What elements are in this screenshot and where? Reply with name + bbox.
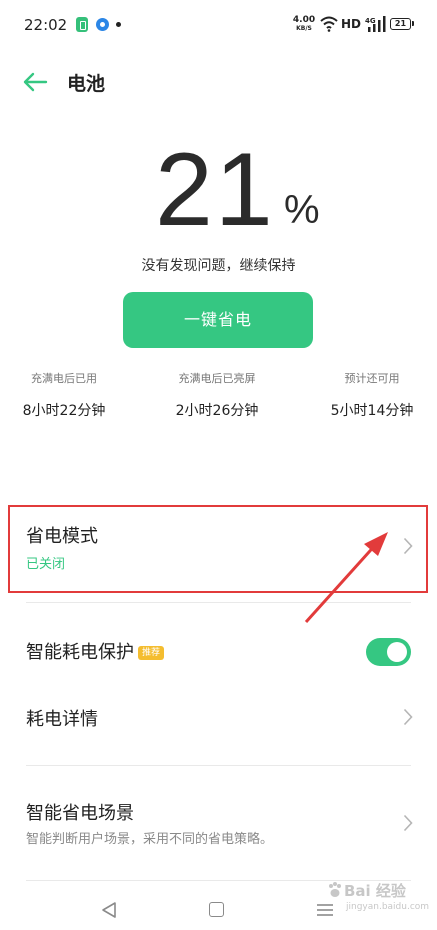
wifi-icon xyxy=(320,16,338,32)
app-notification-icon xyxy=(96,18,109,31)
divider xyxy=(26,765,411,766)
power-consumption-details-title: 耗电详情 xyxy=(26,709,98,730)
smart-power-scenes-title: 智能省电场景 xyxy=(26,803,134,824)
stat-used-since-charge: 充满电后已用 8小时22分钟 xyxy=(14,370,114,420)
network-speed-value: 4.00 xyxy=(292,15,316,25)
stat-label: 预计还可用 xyxy=(344,372,400,385)
baidu-watermark: Bai 经验 jingyan.baidu.com xyxy=(328,880,430,920)
smart-power-scenes-description: 智能判断用户场景，采用不同的省电策略。 xyxy=(26,832,274,847)
recommended-badge: 推荐 xyxy=(138,646,165,660)
smart-power-protection-label: 智能耗电保护 xyxy=(26,642,134,663)
stat-value: 5小时14分钟 xyxy=(330,403,414,419)
smart-power-scenes-row[interactable]: 智能省电场景 智能判断用户场景，采用不同的省电策略。 xyxy=(0,780,437,870)
stat-label: 充满电后已用 xyxy=(31,372,97,385)
nav-home-icon[interactable] xyxy=(209,902,224,917)
power-consumption-details-row[interactable]: 耗电详情 xyxy=(0,688,437,748)
page-title: 电池 xyxy=(67,73,106,95)
annotation-highlight-box xyxy=(8,505,428,593)
hd-indicator: HD xyxy=(341,17,362,31)
network-speed: 4.00 KB/S xyxy=(292,16,316,32)
usage-stats: 充满电后已用 8小时22分钟 充满电后已亮屏 2小时26分钟 预计还可用 5小时… xyxy=(0,370,437,430)
signal-label: 4G xyxy=(365,17,376,25)
divider xyxy=(26,602,411,603)
chevron-right-icon xyxy=(403,708,413,726)
battery-percentage-value: 21 xyxy=(155,132,275,248)
battery-app-icon xyxy=(76,17,88,32)
battery-level-display: 21 % xyxy=(0,138,437,242)
network-speed-unit: KB/S xyxy=(296,25,312,32)
toggle-knob xyxy=(387,642,407,662)
one-tap-power-save-button[interactable]: 一键省电 xyxy=(123,292,313,348)
stat-screen-on-since-charge: 充满电后已亮屏 2小时26分钟 xyxy=(162,370,272,420)
battery-status-icon: 21 xyxy=(390,18,414,30)
smart-power-protection-toggle[interactable] xyxy=(366,638,411,666)
header: 电池 xyxy=(0,60,437,106)
battery-status-message: 没有发现问题，继续保持 xyxy=(141,258,296,274)
percent-sign: % xyxy=(284,188,320,232)
chevron-right-icon xyxy=(403,814,413,832)
back-arrow-icon[interactable] xyxy=(20,69,50,95)
watermark-brand: Bai 经验 xyxy=(344,882,406,900)
stat-value: 2小时26分钟 xyxy=(175,403,259,419)
stat-label: 充满电后已亮屏 xyxy=(178,372,256,385)
nav-back-icon[interactable] xyxy=(100,901,118,919)
status-time: 22:02 xyxy=(24,16,68,34)
stat-value: 8小时22分钟 xyxy=(22,403,106,419)
paw-icon xyxy=(329,882,341,897)
cellular-signal-icon: 4G xyxy=(365,16,386,32)
stat-estimated-remaining: 预计还可用 5小时14分钟 xyxy=(322,370,422,420)
status-bar: 22:02 4.00 KB/S HD 4G 21 xyxy=(0,0,437,52)
more-notifications-icon xyxy=(116,22,121,27)
smart-power-protection-title: 智能耗电保护 推荐 xyxy=(26,638,165,664)
watermark-url: jingyan.baidu.com xyxy=(346,902,430,912)
